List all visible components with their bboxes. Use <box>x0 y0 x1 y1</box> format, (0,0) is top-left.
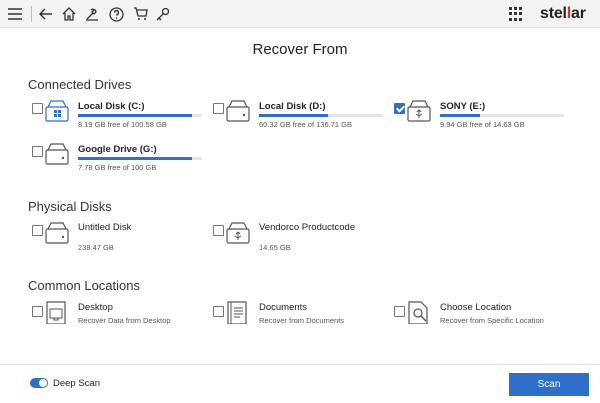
section-connected-drives: Connected Drives <box>28 77 132 92</box>
help-icon[interactable] <box>107 5 125 23</box>
drive-item-g[interactable]: Google Drive (G:) 7.78 GB free of 100 GB <box>32 142 212 182</box>
usage-bar-fill <box>440 114 480 117</box>
section-physical-disks: Physical Disks <box>28 199 112 214</box>
page-title: Recover From <box>252 41 348 58</box>
disk-size: 238.47 GB <box>78 243 114 252</box>
key-icon[interactable] <box>154 5 172 23</box>
drive-item-d[interactable]: Local Disk (D:) 60.32 GB free of 136.71 … <box>213 99 393 139</box>
drive-icon <box>226 100 250 122</box>
location-documents[interactable]: Documents Recover from Documents <box>213 300 393 340</box>
usb-drive-icon <box>407 100 431 122</box>
drive-name: Local Disk (C:) <box>78 101 145 112</box>
vendorco-disk-checkbox[interactable] <box>213 225 224 236</box>
location-choose[interactable]: Choose Location Recover from Specific Lo… <box>394 300 584 340</box>
usage-bar <box>78 157 202 160</box>
deep-scan-toggle[interactable] <box>30 378 48 388</box>
location-description: Recover Data from Desktop <box>78 316 171 325</box>
section-common-locations: Common Locations <box>28 278 140 293</box>
drive-icon <box>45 222 69 244</box>
drive-icon <box>45 143 69 165</box>
usage-bar <box>259 114 383 117</box>
menu-icon[interactable] <box>6 5 24 23</box>
location-desktop[interactable]: Desktop Recover Data from Desktop <box>32 300 212 340</box>
drive-free-space: 9.94 GB free of 14.63 GB <box>440 120 525 129</box>
location-description: Recover from Specific Location <box>440 316 544 325</box>
drive-name: SONY (E:) <box>440 101 486 112</box>
physical-disk-vendorco[interactable]: Vendorco Productcode 14.65 GB <box>213 221 393 261</box>
drive-name: Local Disk (D:) <box>259 101 326 112</box>
toolbar-divider <box>31 6 32 22</box>
home-icon[interactable] <box>60 5 78 23</box>
drive-e-checkbox[interactable] <box>394 103 405 114</box>
location-name: Documents <box>259 302 308 313</box>
location-name: Choose Location <box>440 302 512 313</box>
disk-name: Untitled Disk <box>78 222 132 233</box>
scan-button[interactable]: Scan <box>509 373 589 396</box>
usb-drive-icon <box>226 222 250 244</box>
choose-location-icon <box>408 301 428 324</box>
windows-drive-icon <box>45 100 69 122</box>
usage-bar-fill <box>78 157 193 160</box>
drive-name: Google Drive (G:) <box>78 144 157 155</box>
drive-d-checkbox[interactable] <box>213 103 224 114</box>
drive-c-checkbox[interactable] <box>32 103 43 114</box>
deep-scan-label: Deep Scan <box>53 378 101 389</box>
drive-free-space: 60.32 GB free of 136.71 GB <box>259 120 352 129</box>
drive-free-space: 8.19 GB free of 100.58 GB <box>78 120 167 129</box>
usage-bar-fill <box>78 114 193 117</box>
choose-location-checkbox[interactable] <box>394 306 405 317</box>
back-icon[interactable] <box>37 5 55 23</box>
drive-free-space: 7.78 GB free of 100 GB <box>78 163 157 172</box>
location-name: Desktop <box>78 302 113 313</box>
drive-item-e[interactable]: SONY (E:) 9.94 GB free of 14.63 GB <box>394 99 574 139</box>
disk-name: Vendorco Productcode <box>259 222 356 233</box>
stellar-logo: stellar <box>540 5 586 22</box>
disk-size: 14.65 GB <box>259 243 291 252</box>
cart-icon[interactable] <box>131 5 149 23</box>
untitled-disk-checkbox[interactable] <box>32 225 43 236</box>
apps-grid-icon[interactable] <box>509 7 523 21</box>
documents-icon <box>227 301 247 324</box>
top-toolbar: stellar <box>0 0 600 28</box>
drive-item-c[interactable]: Local Disk (C:) 8.19 GB free of 100.58 G… <box>32 99 212 139</box>
wrench-icon[interactable] <box>83 5 101 23</box>
physical-disk-untitled[interactable]: Untitled Disk 238.47 GB <box>32 221 212 261</box>
documents-checkbox[interactable] <box>213 306 224 317</box>
drive-g-checkbox[interactable] <box>32 146 43 157</box>
desktop-folder-icon <box>46 301 66 324</box>
desktop-checkbox[interactable] <box>32 306 43 317</box>
usage-bar <box>440 114 564 117</box>
location-description: Recover from Documents <box>259 316 345 325</box>
usage-bar <box>78 114 202 117</box>
usage-bar-fill <box>259 114 329 117</box>
footer-divider <box>0 364 600 365</box>
